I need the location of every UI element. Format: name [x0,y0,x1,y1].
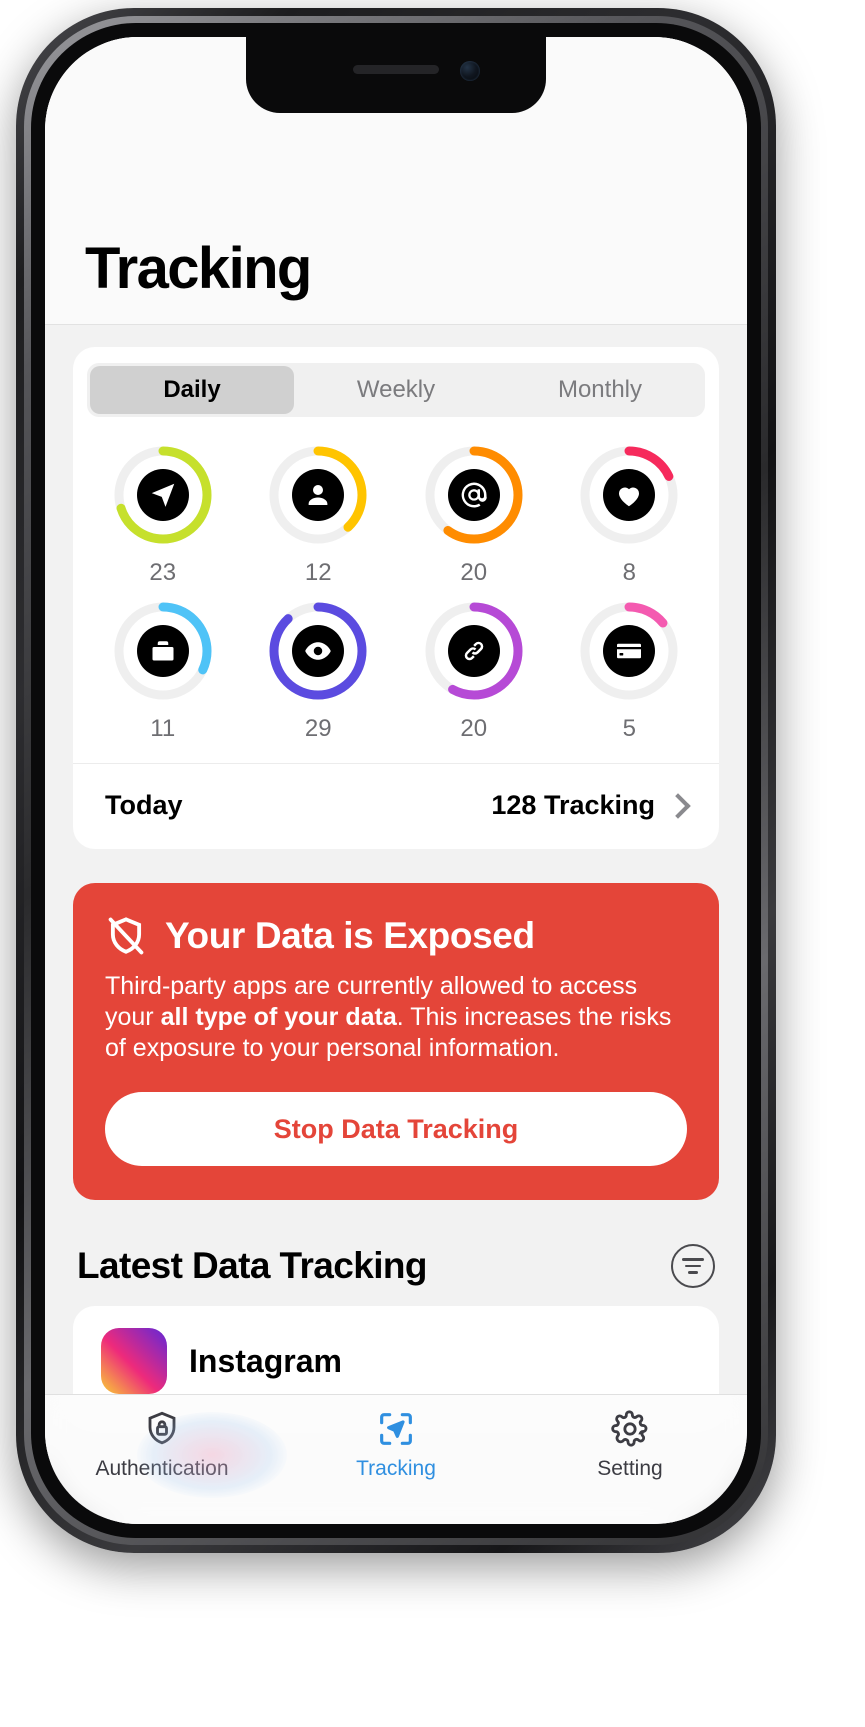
today-summary-row[interactable]: Today 128 Tracking [73,764,719,849]
segment-daily[interactable]: Daily [90,366,294,414]
scroll-view[interactable]: Daily Weekly Monthly 23 12 20 8 11 29 20 5 Toda… [45,325,747,1524]
gear-icon [611,1410,648,1447]
instagram-logo-icon [101,1328,167,1394]
phone-frame: Tracking Daily Weekly Monthly 23 12 20 8… [16,8,776,1553]
tab-setting[interactable]: Setting [513,1409,747,1481]
phone-screen: Tracking Daily Weekly Monthly 23 12 20 8… [45,37,747,1524]
progress-ring [266,599,370,703]
shield-slash-icon [108,917,144,955]
tab-glow-decoration [137,1412,287,1498]
tracking-ring-link[interactable]: 20 [396,599,552,743]
tracking-ring-at-sign[interactable]: 20 [396,443,552,587]
segmented-control-wrapper: Daily Weekly Monthly [73,347,719,417]
ring-value: 20 [460,559,488,586]
location-scan-icon [380,1413,412,1445]
list-item-label: Instagram [189,1342,342,1379]
ring-value: 12 [304,559,332,586]
ring-value: 20 [460,715,488,742]
data-exposed-alert-card: Your Data is Exposed Third-party apps ar… [73,883,719,1200]
progress-ring [111,443,215,547]
tracking-ring-heart[interactable]: 8 [552,443,708,587]
filter-lines-icon[interactable] [671,1244,715,1288]
progress-ring [111,599,215,703]
alert-header: Your Data is Exposed [105,915,687,957]
chevron-right-icon [665,792,691,819]
person-icon [292,469,345,521]
progress-ring [422,599,526,703]
earpiece-speaker [353,65,439,74]
latest-section-header: Latest Data Tracking [45,1200,747,1306]
tracking-rings-grid: 23 12 20 8 11 29 20 5 [73,417,719,753]
tracking-ring-person[interactable]: 12 [241,443,397,587]
page-title: Tracking [85,236,312,301]
phone-bezel: Tracking Daily Weekly Monthly 23 12 20 8… [24,16,768,1545]
progress-ring [577,599,681,703]
tracking-ring-briefcase[interactable]: 11 [85,599,241,743]
app-content: Tracking Daily Weekly Monthly 23 12 20 8… [45,37,747,1524]
location-arrow-icon [136,469,189,521]
alert-title: Your Data is Exposed [165,915,535,956]
eye-icon [292,625,345,677]
notch [246,37,546,113]
heart-icon [603,469,656,521]
tab-label-tracking: Tracking [356,1457,436,1480]
ring-value: 23 [149,559,177,586]
ring-value: 5 [622,715,636,742]
progress-ring [577,443,681,547]
credit-card-icon [603,625,656,677]
progress-ring [422,443,526,547]
ring-value: 11 [150,715,176,742]
tracking-ring-credit-card[interactable]: 5 [552,599,708,743]
link-icon [447,625,500,677]
segment-weekly[interactable]: Weekly [294,366,498,414]
latest-section-title: Latest Data Tracking [77,1245,428,1286]
tracking-summary-card: Daily Weekly Monthly 23 12 20 8 11 29 20 5 Toda… [73,347,719,849]
today-label: Today [105,790,183,820]
today-count: 128 Tracking [491,790,655,820]
tracking-ring-eye[interactable]: 29 [241,599,397,743]
tab-tracking[interactable]: Tracking [279,1409,513,1481]
screenshot-root: Tracking Daily Weekly Monthly 23 12 20 8… [0,0,865,1727]
segment-monthly[interactable]: Monthly [498,366,702,414]
phone-inner-bezel: Tracking Daily Weekly Monthly 23 12 20 8… [31,23,761,1538]
ring-value: 8 [622,559,636,586]
today-right-group: 128 Tracking [491,790,691,821]
alert-body: Third-party apps are currently allowed t… [105,971,687,1064]
tab-bar: Authentication Tracking [45,1394,747,1524]
tab-label-setting: Setting [597,1457,663,1480]
stop-data-tracking-button[interactable]: Stop Data Tracking [105,1092,687,1166]
period-segmented-control[interactable]: Daily Weekly Monthly [87,363,705,417]
tracking-ring-location-arrow[interactable]: 23 [85,443,241,587]
at-sign-icon [447,469,500,521]
alert-body-bold: all type of your data [160,1003,397,1031]
briefcase-icon [136,625,189,677]
ring-value: 29 [304,715,332,742]
front-camera [460,61,480,81]
progress-ring [266,443,370,547]
